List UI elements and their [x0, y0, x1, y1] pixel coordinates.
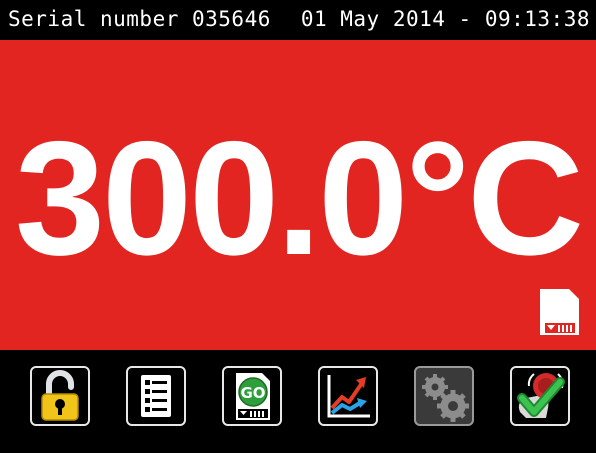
list-icon — [141, 375, 171, 417]
alarm-acknowledge-icon — [517, 373, 565, 418]
controller-screen: Serial number 035646 01 May 2014 - 09:13… — [0, 0, 596, 453]
go-button[interactable]: GO — [222, 366, 282, 426]
sd-card-icon — [540, 289, 579, 335]
serial-number: Serial number 035646 — [8, 7, 271, 31]
unlock-icon — [41, 370, 79, 421]
unlock-button[interactable] — [30, 366, 90, 426]
list-button[interactable] — [126, 366, 186, 426]
graph-icon — [327, 375, 370, 418]
date-time: 01 May 2014 - 09:13:38 — [300, 7, 590, 31]
graph-button[interactable] — [318, 366, 378, 426]
temperature-display: 300.0°C — [0, 40, 596, 350]
settings-button[interactable] — [414, 366, 474, 426]
alarm-acknowledge-button[interactable] — [510, 366, 570, 426]
go-sd-card-icon: GO — [236, 373, 270, 420]
toolbar: GO — [0, 350, 596, 453]
settings-gears-icon — [422, 374, 469, 422]
status-bar: Serial number 035646 01 May 2014 - 09:13… — [0, 0, 596, 40]
go-label: GO — [240, 384, 265, 402]
temperature-value: 300.0°C — [14, 108, 584, 289]
